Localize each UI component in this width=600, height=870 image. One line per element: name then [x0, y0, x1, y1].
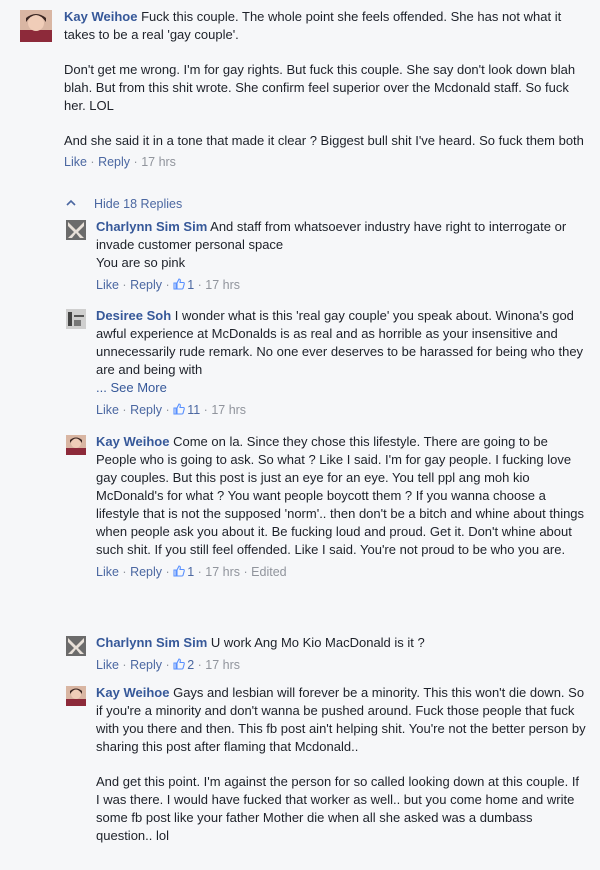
timestamp[interactable]: 17 hrs	[205, 278, 240, 292]
avatar[interactable]	[66, 435, 86, 455]
reply-link[interactable]: Reply	[130, 278, 162, 292]
comment-actions: Like · Reply · 17 hrs	[64, 155, 176, 169]
avatar[interactable]	[66, 636, 86, 656]
author-name[interactable]: Kay Weihoe	[96, 685, 169, 700]
reply-link[interactable]: Reply	[130, 658, 162, 672]
reply-text: U work Ang Mo Kio MacDonald is it ?	[210, 635, 425, 650]
reply-paragraph: Kay Weihoe Come on la. Since they chose …	[96, 433, 586, 559]
timestamp[interactable]: 17 hrs	[205, 565, 240, 579]
like-count[interactable]: 1	[187, 278, 194, 292]
reply-actions: Like · Reply · 2 · 17 hrs	[96, 657, 241, 672]
comment-paragraph: Don't get me wrong. I'm for gay rights. …	[64, 62, 576, 113]
author-name[interactable]: Charlynn Sim Sim	[96, 219, 207, 234]
avatar[interactable]	[66, 686, 86, 706]
reply-paragraph: Charlynn Sim Sim U work Ang Mo Kio MacDo…	[96, 634, 586, 652]
reply-text: Come on la. Since they chose this lifest…	[96, 434, 585, 557]
reply-paragraph: Kay Weihoe Gays and lesbian will forever…	[96, 684, 586, 756]
author-name[interactable]: Kay Weihoe	[96, 434, 169, 449]
reply-link[interactable]: Reply	[130, 403, 162, 417]
comment-text: Fuck this couple. The whole point she fe…	[64, 9, 562, 42]
reply-actions: Like · Reply · 11 · 17 hrs	[96, 402, 247, 417]
like-link[interactable]: Like	[64, 155, 87, 169]
thumbs-up-icon	[173, 402, 186, 415]
hide-replies-toggle[interactable]: Hide 18 Replies	[66, 194, 182, 213]
reply-paragraph: Charlynn Sim Sim And staff from whatsoev…	[96, 218, 586, 254]
author-name[interactable]: Desiree Soh	[96, 308, 171, 323]
like-link[interactable]: Like	[96, 278, 119, 292]
thumbs-up-icon	[173, 657, 186, 670]
see-more-line: ... See More	[96, 379, 586, 397]
comment-thread: Kay Weihoe Fuck this couple. The whole p…	[0, 0, 600, 870]
avatar[interactable]	[66, 309, 86, 329]
like-count[interactable]: 11	[187, 403, 200, 417]
author-name[interactable]: Charlynn Sim Sim	[96, 635, 207, 650]
chevron-up-icon	[66, 194, 76, 206]
like-link[interactable]: Like	[96, 403, 119, 417]
reply-link[interactable]: Reply	[130, 565, 162, 579]
avatar[interactable]	[66, 220, 86, 240]
timestamp[interactable]: 17 hrs	[211, 403, 246, 417]
reply-paragraph: And get this point. I'm against the pers…	[96, 774, 580, 843]
comment-paragraph: And she said it in a tone that made it c…	[64, 133, 584, 148]
reply-paragraph: Desiree Soh I wonder what is this 'real …	[96, 307, 586, 379]
edited-label[interactable]: Edited	[251, 565, 286, 579]
reply-actions: Like · Reply · 1 · 17 hrs	[96, 277, 241, 292]
reply-paragraph: You are so pink	[96, 255, 186, 270]
avatar[interactable]	[20, 10, 52, 42]
like-count[interactable]: 1	[187, 565, 194, 579]
timestamp[interactable]: 17 hrs	[205, 658, 240, 672]
hide-replies-label: Hide 18 Replies	[94, 197, 183, 211]
comment-paragraph: Kay Weihoe Fuck this couple. The whole p…	[64, 8, 588, 44]
reply-link[interactable]: Reply	[98, 155, 130, 169]
thumbs-up-icon	[173, 277, 186, 290]
author-name[interactable]: Kay Weihoe	[64, 9, 137, 24]
see-more-link[interactable]: ... See More	[96, 380, 167, 395]
like-count[interactable]: 2	[187, 658, 194, 672]
thumbs-up-icon	[173, 564, 186, 577]
like-link[interactable]: Like	[96, 565, 119, 579]
reply-actions: Like · Reply · 1 · 17 hrs · Edited	[96, 564, 287, 579]
timestamp[interactable]: 17 hrs	[141, 155, 176, 169]
reply-text: Gays and lesbian will forever be a minor…	[96, 685, 586, 754]
like-link[interactable]: Like	[96, 658, 119, 672]
